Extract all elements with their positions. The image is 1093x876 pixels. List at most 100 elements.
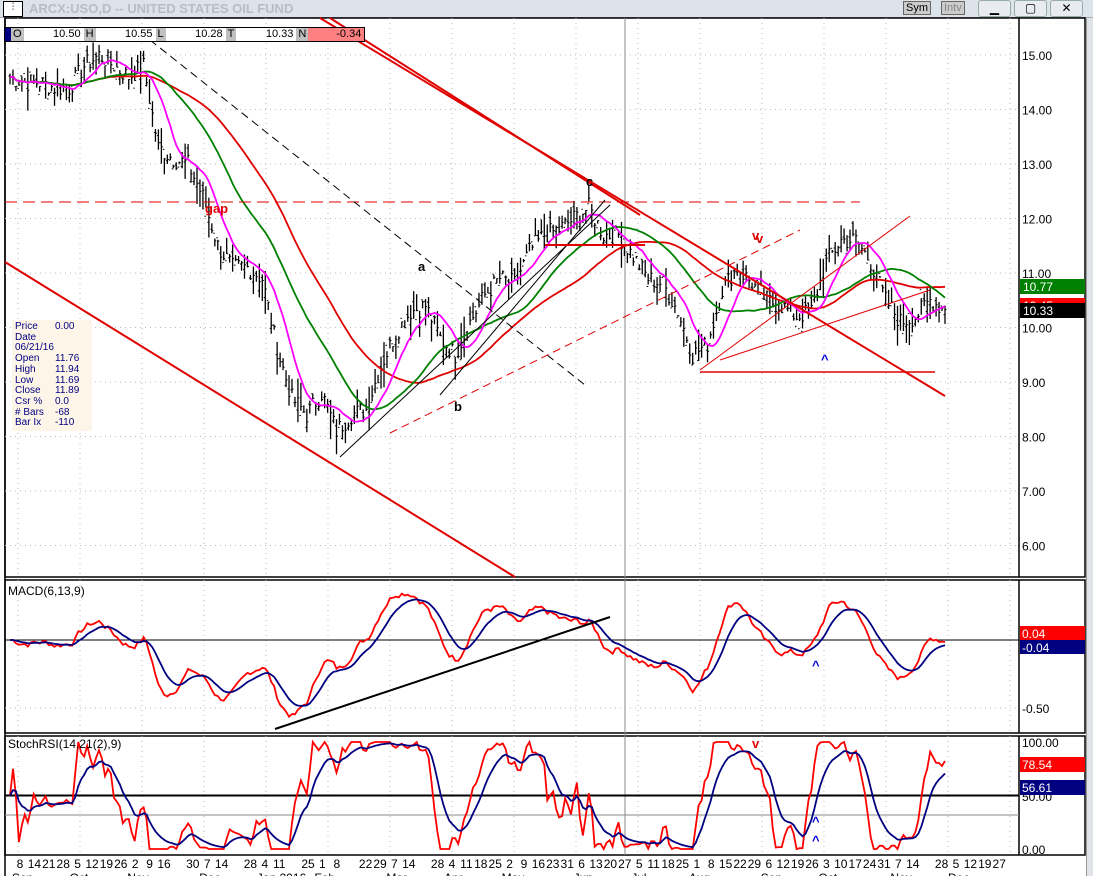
date-tick-label: 7 xyxy=(895,857,902,871)
date-tick-label: 10 xyxy=(834,857,848,871)
date-tick-label: 16 xyxy=(157,857,171,871)
chart-annotation: gap xyxy=(205,201,228,216)
month-label: Apr xyxy=(444,871,463,876)
date-tick-label: 14 xyxy=(215,857,229,871)
date-tick-label: 8 xyxy=(708,857,715,871)
month-label: Sep xyxy=(12,871,34,876)
month-label: Aug xyxy=(689,871,710,876)
date-tick-label: 22 xyxy=(733,857,747,871)
month-label: Jan 2016 xyxy=(257,871,307,876)
date-tick-label: 19 xyxy=(791,857,805,871)
date-tick-label: 28 xyxy=(57,857,71,871)
open-label: O xyxy=(11,28,24,41)
data-window-key: Bar Ix xyxy=(15,417,42,429)
month-label: Oct xyxy=(818,871,837,876)
data-window-value: 0.00 xyxy=(55,321,75,332)
date-tick-label: 5 xyxy=(74,857,81,871)
month-label: Jun xyxy=(574,871,593,876)
data-window-value: 11.94 xyxy=(55,363,80,375)
date-tick-label: 29 xyxy=(748,857,762,871)
macd-title: MACD(6,13,9) xyxy=(8,584,85,598)
date-tick-label: 9 xyxy=(146,857,153,871)
price-tick-label: 15.00 xyxy=(1022,49,1052,63)
right-scroll-strip[interactable] xyxy=(1086,18,1093,876)
stochrsi-value-label: 56.61 xyxy=(1022,781,1052,795)
high-value: 10.55 xyxy=(124,28,153,40)
date-tick-label: 12 xyxy=(964,857,978,871)
stochrsi-tick-label: 100.00 xyxy=(1022,736,1059,750)
month-label: Nov xyxy=(890,871,911,876)
month-label: Feb xyxy=(314,871,335,876)
date-tick-label: 4 xyxy=(261,857,268,871)
date-tick-label: 12 xyxy=(777,857,791,871)
price-tick-label: 13.00 xyxy=(1022,158,1052,172)
date-tick-label: 24 xyxy=(863,857,877,871)
data-window: Price 0.00 Date06/21/16 Open 11.76 High 11.94 L… xyxy=(12,320,92,432)
chart-annotation: c xyxy=(586,174,593,189)
ohlc-bar: O 10.50 H 10.55 L 10.28 T 10.33 N -0.34 xyxy=(4,27,366,42)
chart-annotation: ^ xyxy=(821,352,829,367)
month-label: Oct xyxy=(70,871,89,876)
date-tick-label: 31 xyxy=(561,857,575,871)
stochrsi-title: StochRSI(14,21(2),9) xyxy=(8,737,121,751)
indicator-annotation: ^ xyxy=(812,658,820,673)
date-tick-label: 19 xyxy=(978,857,992,871)
date-tick-label: 15 xyxy=(719,857,733,871)
price-tick-label: 10.00 xyxy=(1022,322,1052,336)
panel-frame xyxy=(4,17,1086,578)
date-tick-label: 25 xyxy=(489,857,503,871)
date-tick-label: 20 xyxy=(604,857,618,871)
data-window-value: 11.69 xyxy=(55,374,80,386)
price-tick-label: 11.00 xyxy=(1022,267,1051,281)
stochrsi-tick-label: 0.00 xyxy=(1022,843,1046,857)
price-chart[interactable]: 15.0014.0013.0012.0011.0010.009.008.007.… xyxy=(0,0,1093,876)
price-tick-label: 6.00 xyxy=(1022,540,1046,554)
data-window-value: 06/21/16 xyxy=(15,342,54,354)
price-tick-label: 12.00 xyxy=(1022,213,1052,227)
data-window-row: Bar Ix -110 xyxy=(15,417,89,429)
date-tick-label: 1 xyxy=(693,857,700,871)
month-label: Sep xyxy=(761,871,783,876)
data-window-key: High xyxy=(15,363,36,375)
last-value: 10.33 xyxy=(265,28,294,40)
date-tick-label: 27 xyxy=(993,857,1007,871)
open-value: 10.50 xyxy=(53,28,81,40)
date-tick-label: 7 xyxy=(204,857,211,871)
date-tick-label: 6 xyxy=(578,857,585,871)
date-tick-label: 3 xyxy=(823,857,830,871)
indicator-annotation: v xyxy=(752,228,760,243)
date-tick-label: 18 xyxy=(474,857,488,871)
net-label: N xyxy=(296,28,309,41)
date-tick-label: 27 xyxy=(618,857,632,871)
date-tick-label: 7 xyxy=(391,857,398,871)
data-window-row: Date06/21/16 xyxy=(15,332,89,354)
date-tick-label: 8 xyxy=(333,857,340,871)
date-tick-label: 19 xyxy=(100,857,114,871)
date-tick-label: 14 xyxy=(402,857,416,871)
indicator-annotation: ^ xyxy=(812,814,820,829)
month-label: Dec xyxy=(199,871,220,876)
month-label: Jul xyxy=(631,871,646,876)
indicator-annotation: ^ xyxy=(812,833,820,848)
date-tick-label: 14 xyxy=(28,857,42,871)
date-tick-label: 28 xyxy=(431,857,445,871)
panel-frame xyxy=(4,579,1086,734)
price-tick-label: 14.00 xyxy=(1022,104,1052,118)
price-tick-label: 9.00 xyxy=(1022,376,1046,390)
data-window-value: 11.76 xyxy=(55,353,80,365)
price-tick-label: 8.00 xyxy=(1022,431,1046,445)
date-tick-label: 9 xyxy=(521,857,528,871)
date-tick-label: 12 xyxy=(85,857,99,871)
date-tick-label: 26 xyxy=(805,857,819,871)
low-label: L xyxy=(155,28,166,41)
macd-value-label: -0.04 xyxy=(1022,641,1050,655)
date-tick-label: 1 xyxy=(319,857,326,871)
date-tick-label: 6 xyxy=(765,857,772,871)
date-tick-label: 22 xyxy=(359,857,373,871)
last-label: T xyxy=(225,28,237,41)
data-window-value: 11.89 xyxy=(55,385,80,397)
date-tick-label: 2 xyxy=(132,857,139,871)
net-change-value: -0.34 xyxy=(308,28,365,41)
macd-value-label: 0.04 xyxy=(1022,627,1046,641)
date-tick-label: 17 xyxy=(849,857,863,871)
